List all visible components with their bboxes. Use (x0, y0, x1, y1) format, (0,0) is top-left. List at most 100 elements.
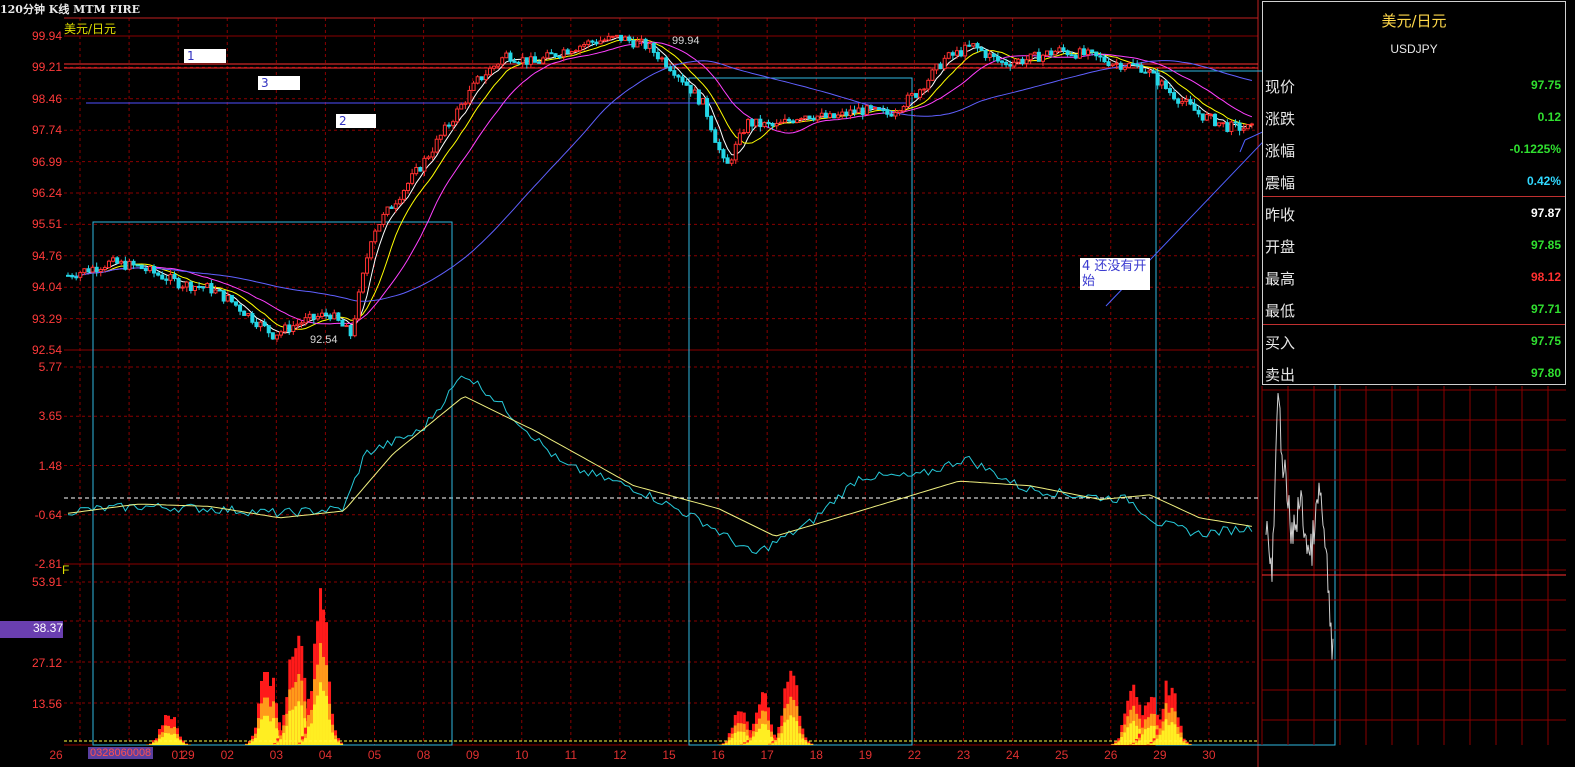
candle-body (631, 40, 636, 48)
fire-marker-label: F (62, 563, 70, 577)
arrow-head (1239, 139, 1246, 153)
candle-body (868, 105, 873, 109)
fire-bar (297, 701, 301, 745)
fire-bar (746, 743, 749, 745)
price-tick-label: 96.99 (31, 154, 62, 169)
candle-body (82, 268, 87, 274)
candle-body (270, 332, 275, 340)
candle-body (1208, 113, 1213, 116)
fire-bar (173, 733, 176, 745)
quote-row-label: 震幅 (1265, 174, 1296, 192)
quote-row-label: 卖出 (1265, 366, 1296, 384)
candle-body (340, 319, 345, 327)
candle-body (1086, 49, 1091, 56)
fire-bar (313, 704, 317, 745)
candle-body (1204, 114, 1209, 121)
candle-body (827, 113, 832, 118)
candle-body (987, 53, 992, 58)
candle-body (463, 102, 468, 105)
candle-body (1155, 72, 1160, 86)
candle-body (1057, 47, 1062, 52)
price-tick-label: 98.46 (31, 91, 62, 106)
fire-bar (1129, 723, 1133, 745)
annotation-3[interactable]: 3 (258, 76, 300, 90)
candle-body (328, 314, 333, 320)
annotation-4[interactable]: 4 还没有开始 (1080, 258, 1150, 290)
candle-body (897, 110, 902, 114)
candle-body (1090, 49, 1095, 53)
candle-body (311, 313, 316, 320)
candle-body (1102, 56, 1107, 63)
symbol-label: 美元/日元 (64, 22, 117, 36)
candle-body (754, 118, 759, 127)
candle-body (156, 272, 161, 276)
candle-body (1098, 55, 1103, 58)
fire-bar (322, 690, 326, 745)
time-tick-label: 15 (662, 748, 676, 762)
candle-body (823, 112, 828, 118)
fire-axis-highlight: 38.37 (0, 621, 63, 638)
fire-bar (285, 725, 289, 745)
price-tick-label: 99.21 (31, 60, 62, 75)
candle-body (606, 35, 611, 41)
mtm-tick-label: 5.77 (38, 360, 62, 374)
candle-body (192, 286, 197, 291)
fire-bar (1170, 722, 1174, 745)
candle-body (778, 121, 783, 124)
quote-row-label: 昨收 (1265, 206, 1296, 224)
candle-body (94, 266, 99, 272)
fire-tick-label: 13.56 (31, 697, 62, 711)
candle-body (451, 121, 456, 127)
candle-body (135, 264, 140, 267)
fire-bar (774, 742, 778, 745)
annotation-1[interactable]: 1 (184, 49, 226, 63)
fire-bar (1114, 743, 1118, 745)
quote-row-value: 0.12 (1537, 110, 1561, 124)
candle-body (401, 189, 406, 200)
candle-body (389, 206, 394, 209)
candle-body (852, 109, 857, 114)
mini-tick-line (1265, 393, 1334, 660)
candle-body (205, 283, 210, 288)
candle-body (909, 93, 914, 96)
time-tick-label: 02 (220, 748, 234, 762)
candle-body (860, 107, 865, 116)
candle-body (684, 81, 689, 86)
candle-body (213, 289, 218, 294)
fire-bar (167, 733, 170, 745)
candle-body (971, 43, 976, 47)
candle-body (197, 286, 202, 289)
candle-body (164, 278, 169, 281)
candle-body (1200, 113, 1205, 121)
candle-body (1016, 58, 1021, 63)
candle-body (1213, 113, 1218, 127)
candle-body (598, 40, 603, 45)
quote-row: 卖出 97.80 (1263, 358, 1565, 390)
fire-bar (736, 731, 740, 745)
fire-bar (1134, 742, 1138, 745)
fire-bar (185, 744, 188, 745)
candle-body (1233, 121, 1238, 124)
candle-body (86, 268, 91, 273)
candle-body (147, 265, 152, 272)
candle-body (106, 260, 111, 269)
quote-row: 最高 98.12 (1263, 262, 1565, 294)
fire-bar (248, 743, 251, 745)
candle-body (319, 312, 324, 317)
candle-body (1000, 60, 1005, 63)
quote-row-value: 97.71 (1530, 302, 1561, 316)
candle-body (66, 274, 70, 277)
time-tick-label: 26 (1104, 748, 1118, 762)
candle-body (758, 118, 763, 128)
candle-body (590, 40, 595, 43)
time-tick-label: 03 (269, 748, 284, 762)
candle-body (959, 50, 964, 57)
candle-body (901, 106, 906, 112)
fire-bar (758, 728, 761, 745)
candle-body (930, 69, 935, 81)
fire-bar (764, 724, 767, 745)
candle-body (1024, 59, 1029, 64)
time-tick-label: 30 (1202, 748, 1216, 762)
annotation-2[interactable]: 2 (336, 114, 376, 128)
candle-body (586, 40, 591, 46)
